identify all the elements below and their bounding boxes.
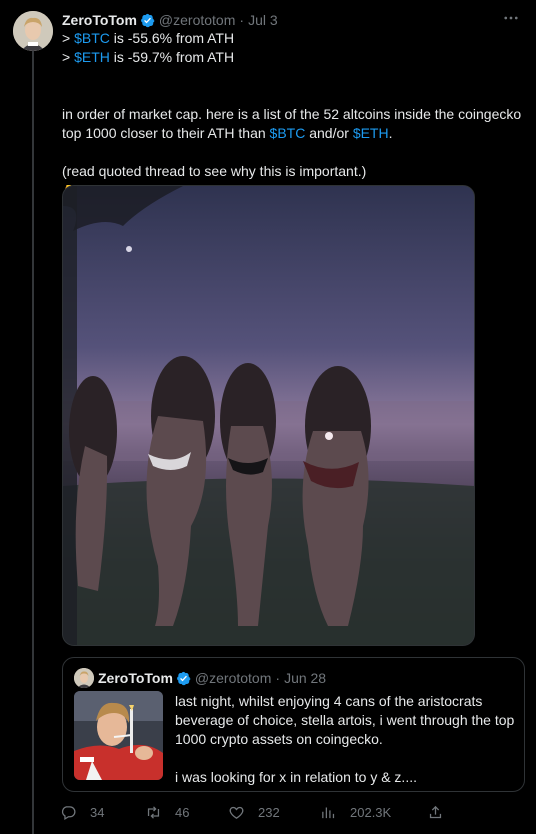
quote-author-name: ZeroToTom [98,670,173,686]
quote-author-handle: @zerototom [194,670,272,686]
text-paragraph-quoted: (read quoted thread to see why this is i… [62,163,367,179]
text-line-btc: > $BTC is -55.6% from ATH [62,29,522,48]
thread-line [32,48,34,834]
line-prefix: > [62,30,75,46]
author-avatar[interactable] [13,11,53,51]
line-suffix: is -55.6% from ATH [109,30,235,46]
verified-badge-icon [141,13,155,27]
quote-header-separator: · [275,670,281,686]
reply-count: 34 [90,804,105,820]
cashtag-eth[interactable]: $ETH [74,49,110,65]
tweet-media-image[interactable] [62,185,475,646]
reply-icon [61,805,76,820]
text-paragraph-list: in order of market cap. here is a list o… [62,105,522,143]
quote-text: last night, whilst enjoying 4 cans of th… [175,692,515,787]
tweet-header: ZeroToTom @zerototom · Jul 3 [62,11,278,29]
quote-media-thumbnail [74,691,163,780]
tweet-date[interactable]: Jul 3 [248,12,278,28]
reply-button[interactable]: 34 [60,802,104,822]
cashtag-btc[interactable]: $BTC [270,125,306,141]
share-button[interactable] [427,802,457,822]
like-icon [229,806,244,819]
tweet-text: > $BTC is -55.6% from ATH > $ETH is -59.… [62,29,522,202]
views-icon [322,807,335,818]
verified-badge-icon [177,671,191,685]
line-prefix: > [62,49,75,65]
para-text: . [388,125,393,141]
views-button[interactable]: 202.3K [320,802,391,822]
author-handle[interactable]: @zerototom [159,12,235,28]
para-text: and/or [305,125,353,141]
header-separator: · [239,12,245,28]
like-button[interactable]: 232 [228,802,280,822]
repost-count: 46 [175,804,190,820]
line-suffix: is -59.7% from ATH [109,49,235,65]
text-line-eth: > $ETH is -59.7% from ATH [62,48,522,67]
quoted-tweet-card[interactable]: ZeroToTom @zerototom · Jun 28 last night… [62,657,525,792]
author-name[interactable]: ZeroToTom [62,12,137,28]
repost-button[interactable]: 46 [145,802,189,822]
repost-icon [147,805,160,819]
like-count: 232 [258,804,280,820]
quote-header: ZeroToTom @zerototom · Jun 28 [98,668,326,688]
quote-text-paragraph: last night, whilst enjoying 4 cans of th… [175,693,515,747]
quote-date: Jun 28 [284,670,327,686]
more-icon[interactable] [500,9,522,27]
cashtag-btc[interactable]: $BTC [74,30,110,46]
quote-text-paragraph: i was looking for x in relation to y & z… [175,769,417,785]
cashtag-eth[interactable]: $ETH [353,125,389,141]
quote-author-avatar[interactable] [74,668,94,688]
views-count: 202.3K [350,804,392,820]
share-icon [429,805,442,818]
tweet-action-bar: 34 46 232 202.3K [60,802,460,822]
